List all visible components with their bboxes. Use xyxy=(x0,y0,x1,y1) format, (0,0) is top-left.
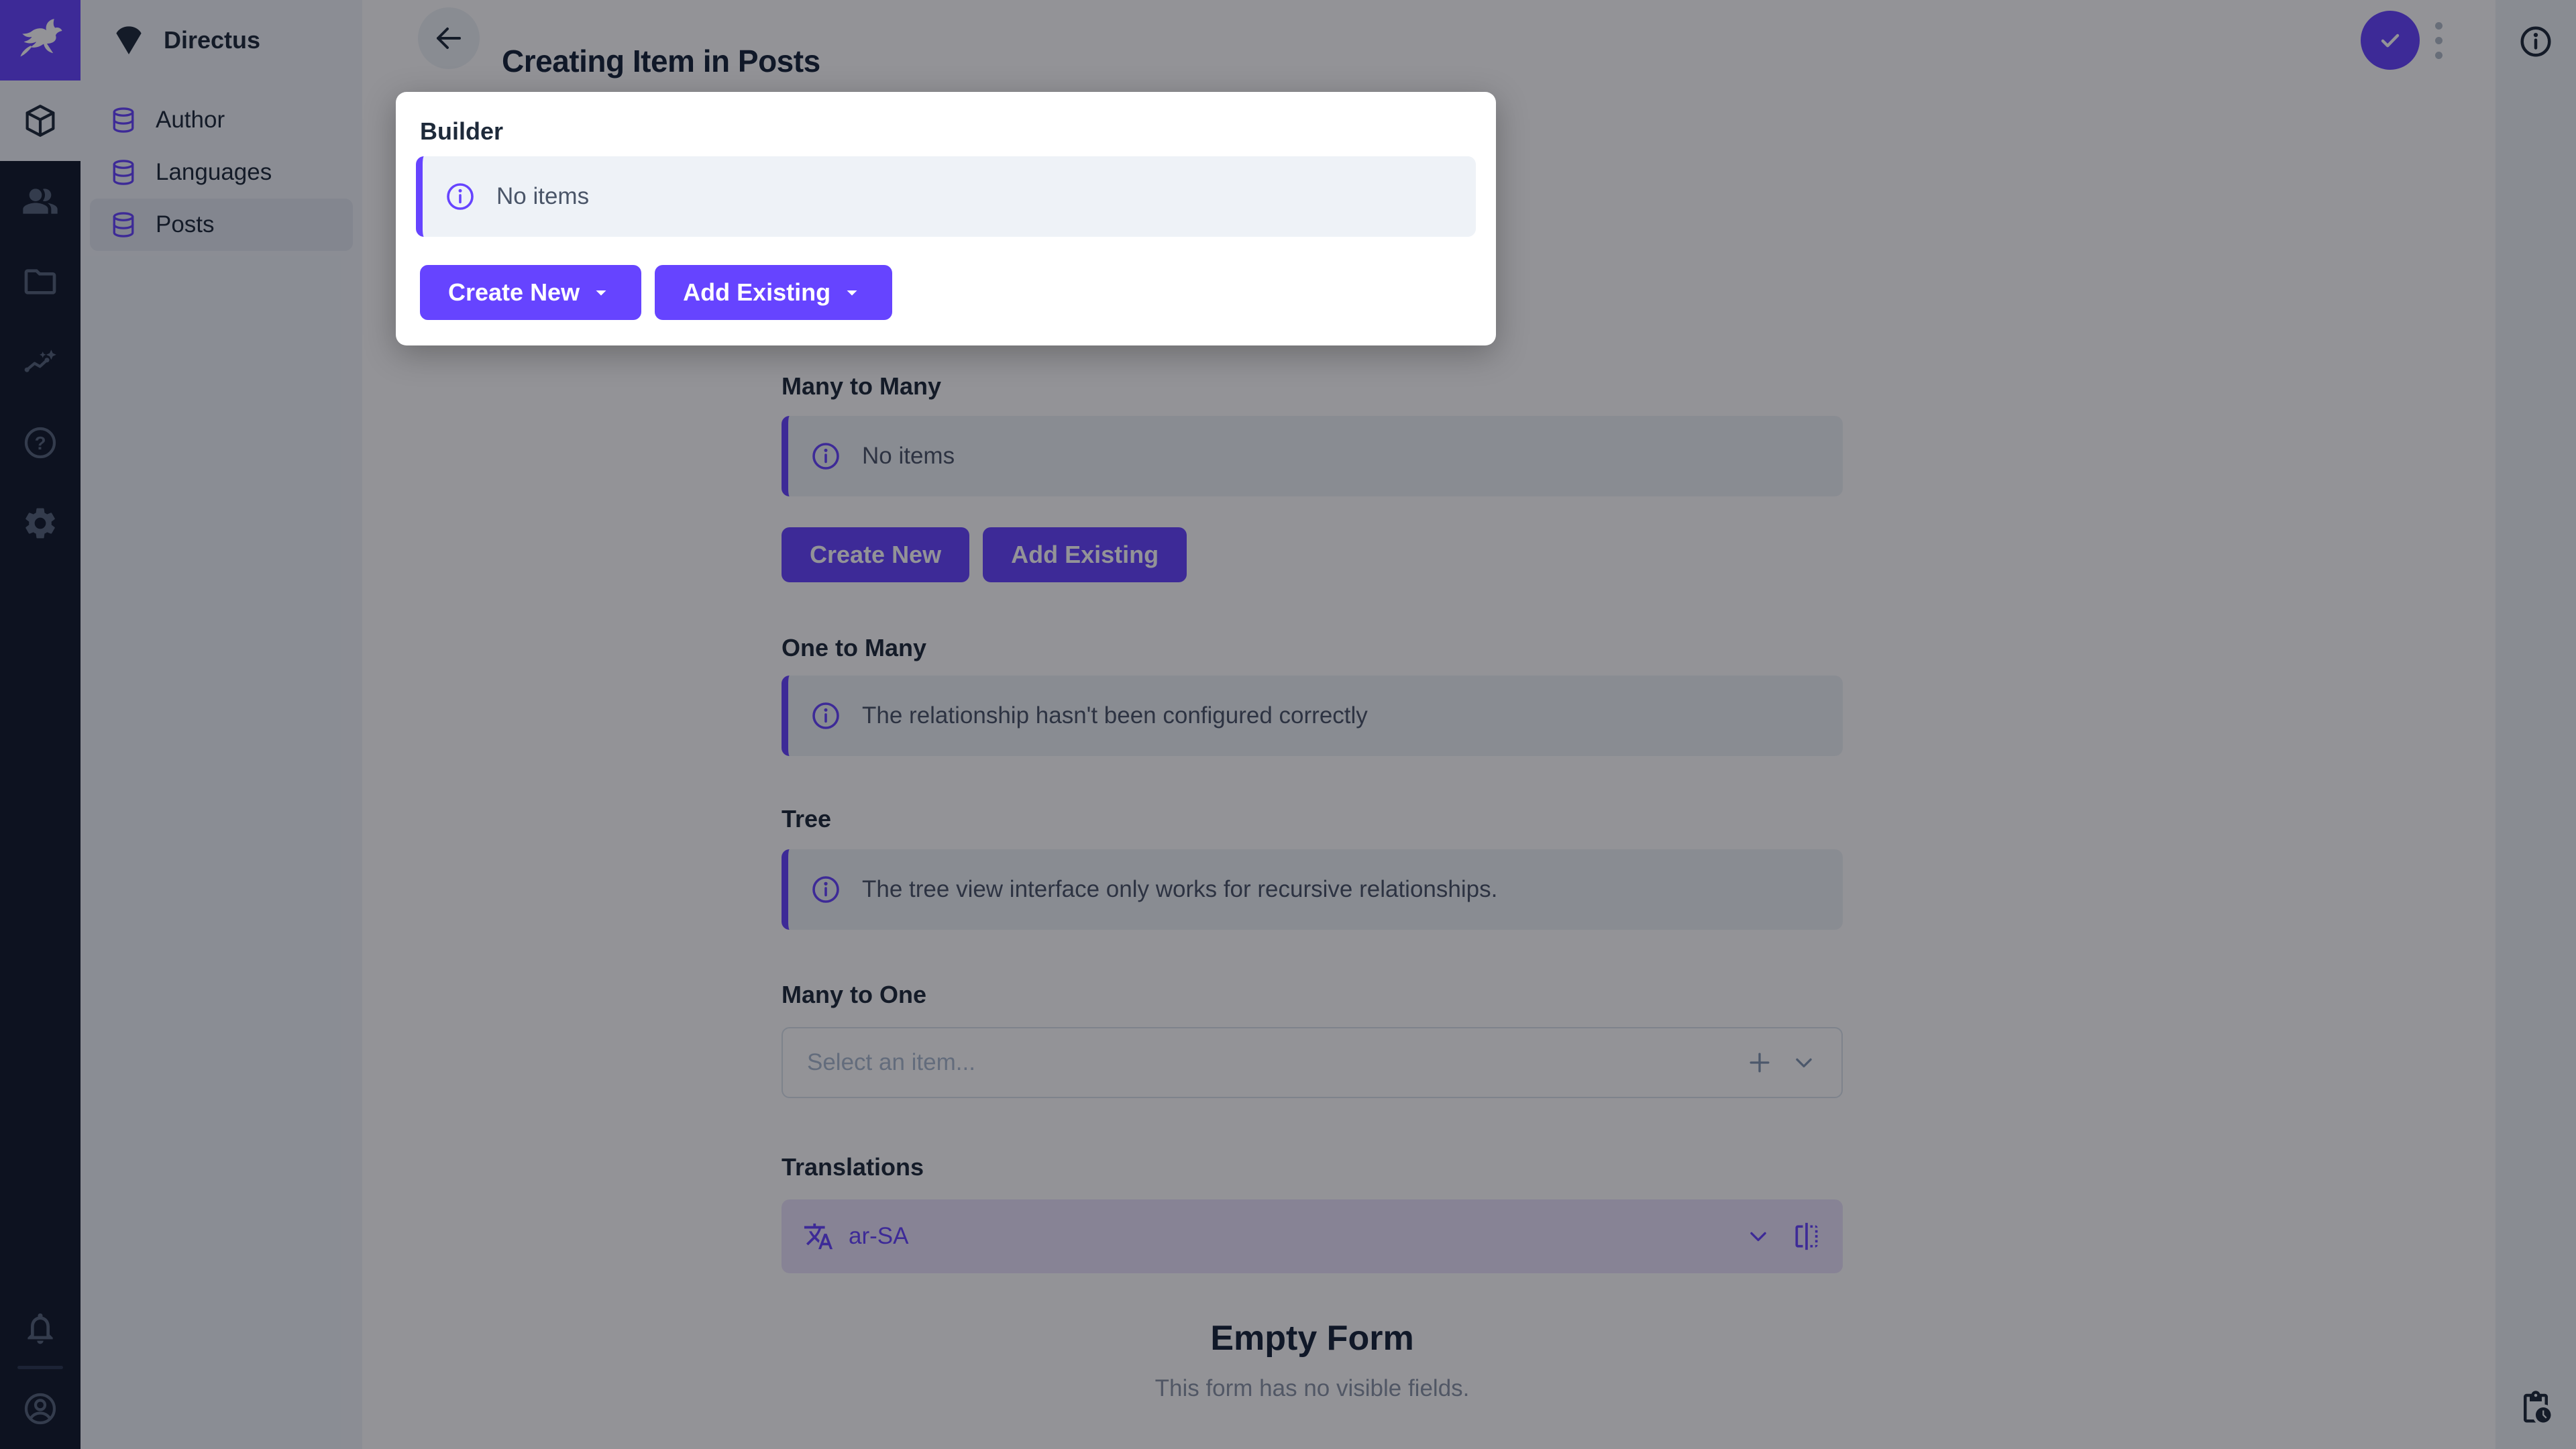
field-label-builder: Builder xyxy=(420,117,503,146)
notice-text: No items xyxy=(496,183,589,210)
button-label: Create New xyxy=(448,278,580,307)
builder-actions: Create New Add Existing xyxy=(420,265,892,320)
builder-popover: Builder No items Create New Add Existing xyxy=(396,92,1496,345)
button-label: Add Existing xyxy=(683,278,830,307)
add-existing-button[interactable]: Add Existing xyxy=(655,265,892,320)
caret-down-icon xyxy=(840,280,864,305)
builder-notice: No items xyxy=(416,156,1476,237)
create-new-button[interactable]: Create New xyxy=(420,265,641,320)
info-circle-icon xyxy=(444,180,476,213)
caret-down-icon xyxy=(589,280,613,305)
directus-app: ? xyxy=(0,0,2576,1449)
